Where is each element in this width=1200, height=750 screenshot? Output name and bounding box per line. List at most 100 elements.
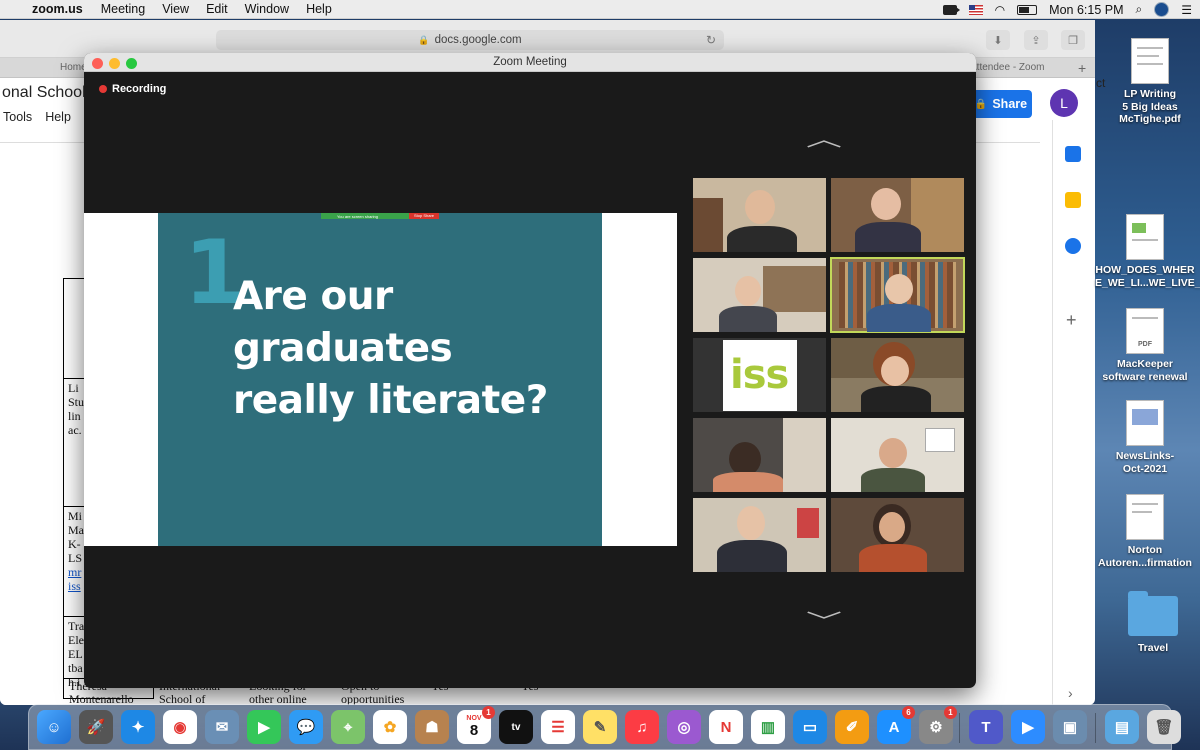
facetime-icon[interactable]: ▶	[247, 710, 281, 744]
desktop-folder-travel[interactable]: Travel	[1103, 591, 1200, 655]
share-sheet-icon[interactable]: ⇪	[1024, 30, 1048, 50]
mail-icon[interactable]: ✉	[205, 710, 239, 744]
folder-icon	[1128, 591, 1178, 636]
doc-title[interactable]: onal Schools	[2, 84, 94, 102]
numbers-icon[interactable]: ▥	[751, 710, 785, 744]
battery-icon[interactable]	[1017, 4, 1038, 15]
photos-icon[interactable]: ✿	[373, 710, 407, 744]
tabs-overview-icon[interactable]: ❐	[1061, 30, 1085, 50]
apple-tv-icon[interactable]: tv	[499, 710, 533, 744]
input-source-flag-icon[interactable]	[968, 4, 983, 15]
notification-badge: 1	[482, 706, 495, 719]
add-addon-icon[interactable]: +	[1066, 310, 1077, 331]
minimize-window-button[interactable]	[109, 58, 120, 69]
document-thumbnail-icon	[1126, 214, 1164, 260]
control-center-icon[interactable]: ☰	[1181, 3, 1192, 17]
menu-view[interactable]: View	[162, 2, 189, 16]
teams-icon[interactable]: T	[969, 710, 1003, 744]
iss-logo: iss	[723, 340, 797, 411]
podcasts-icon[interactable]: ◎	[667, 710, 701, 744]
gallery-scroll-up-icon[interactable]: ︿	[806, 123, 842, 152]
participant-video-tile[interactable]	[831, 178, 964, 252]
app-menu[interactable]: zoom.us	[32, 2, 83, 16]
participant-video-tile[interactable]	[693, 498, 826, 572]
maps-icon[interactable]: ⌖	[331, 710, 365, 744]
calendar-icon[interactable]	[1065, 146, 1081, 162]
desktop-file-icon[interactable]: HOW_DOES_WHER E_WE_LI...WE_LIVE_	[1095, 214, 1200, 289]
participant-video-tile[interactable]	[831, 418, 964, 492]
desktop-file-icon[interactable]: NewsLinks- Oct-2021	[1095, 400, 1195, 475]
doc-menu-tools[interactable]: Tools	[3, 110, 32, 124]
spotlight-search-icon[interactable]: ⌕	[1136, 2, 1143, 17]
participant-video-tile[interactable]	[831, 498, 964, 572]
shared-screen[interactable]: You are screen sharing Stop Share 1 Are …	[84, 213, 677, 546]
keep-icon[interactable]	[1065, 192, 1081, 208]
zoom-icon[interactable]: ▶	[1011, 710, 1045, 744]
messages-icon[interactable]: 💬	[289, 710, 323, 744]
calendar-icon[interactable]: NOV 8 1	[457, 706, 495, 744]
tab-attendee-zoom[interactable]: Attendee - Zoom	[970, 62, 1044, 73]
contacts-icon[interactable]: ☗	[415, 710, 449, 744]
window-title: Zoom Meeting	[493, 56, 567, 68]
menu-meeting[interactable]: Meeting	[101, 2, 145, 16]
recording-indicator[interactable]: Recording	[99, 83, 166, 95]
address-text: docs.google.com	[434, 34, 522, 46]
desktop-file-icon[interactable]: LP Writing 5 Big Ideas McTighe.pdf	[1100, 38, 1200, 126]
fullscreen-window-button[interactable]	[126, 58, 137, 69]
participant-video-tile[interactable]	[693, 258, 826, 332]
clock[interactable]: Mon 6:15 PM	[1049, 3, 1123, 17]
user-avatar-icon[interactable]	[1154, 2, 1170, 17]
zoom-status-icon[interactable]	[942, 4, 960, 15]
keynote-icon[interactable]: ▭	[793, 710, 827, 744]
finder-icon[interactable]: ☺	[37, 710, 71, 744]
active-speaker-video-tile[interactable]	[830, 257, 965, 333]
reload-icon[interactable]: ↻	[706, 33, 716, 47]
account-avatar[interactable]: L	[1050, 89, 1078, 117]
lock-icon: 🔒	[974, 98, 988, 110]
app-store-icon[interactable]: A6	[877, 706, 915, 744]
desktop-file-icon[interactable]: Norton Autoren...firmation	[1095, 494, 1195, 569]
zoom-title-bar[interactable]: Zoom Meeting	[84, 53, 976, 72]
preview-icon[interactable]: ▣	[1053, 710, 1087, 744]
menu-bar: zoom.us Meeting View Edit Window Help ◠ …	[0, 0, 1200, 19]
lock-icon: 🔒	[418, 34, 430, 45]
new-tab-icon[interactable]: +	[1078, 60, 1086, 76]
dock-separator	[1095, 713, 1096, 743]
presentation-slide: You are screen sharing Stop Share 1 Are …	[158, 213, 602, 546]
stop-share-button: Stop Share	[409, 213, 439, 219]
trash-icon[interactable]: 🗑	[1147, 710, 1181, 744]
desktop-file-icon[interactable]: PDF MacKeeper software renewal	[1095, 308, 1195, 383]
share-button[interactable]: 🔒 Share	[970, 90, 1032, 118]
tab-home[interactable]: Home	[60, 62, 87, 73]
address-bar[interactable]: 🔒 docs.google.com ↻	[216, 30, 724, 50]
music-icon[interactable]: ♫	[625, 710, 659, 744]
news-icon[interactable]: N	[709, 710, 743, 744]
reminders-icon[interactable]: ☰	[541, 710, 575, 744]
recording-dot-icon	[99, 85, 107, 93]
close-window-button[interactable]	[92, 58, 103, 69]
menu-edit[interactable]: Edit	[206, 2, 228, 16]
menu-help[interactable]: Help	[306, 2, 332, 16]
pages-icon[interactable]: ✐	[835, 710, 869, 744]
participant-video-tile[interactable]	[693, 178, 826, 252]
launchpad-icon[interactable]: 🚀	[79, 710, 113, 744]
participant-video-tile[interactable]: iss	[693, 338, 826, 412]
wifi-icon[interactable]: ◠	[995, 3, 1005, 17]
chrome-icon[interactable]: ◉	[163, 710, 197, 744]
document-thumbnail-icon	[1126, 494, 1164, 540]
menu-window[interactable]: Window	[245, 2, 289, 16]
downloads-folder-icon[interactable]: ▤	[1105, 710, 1139, 744]
pdf-thumbnail-icon: PDF	[1126, 308, 1164, 354]
chevron-right-icon[interactable]: ›	[1068, 685, 1073, 701]
notes-icon[interactable]: ✎	[583, 710, 617, 744]
system-preferences-icon[interactable]: ⚙ 1	[919, 706, 957, 744]
safari-icon[interactable]: ✦	[121, 710, 155, 744]
participant-video-tile[interactable]	[693, 418, 826, 492]
tasks-icon[interactable]	[1065, 238, 1081, 254]
slide-title: Are our graduates really literate?	[233, 274, 548, 423]
gallery-scroll-down-icon[interactable]: ﹀	[806, 605, 842, 634]
participant-video-tile[interactable]	[831, 338, 964, 412]
screen-sharing-bar: You are screen sharing Stop Share	[321, 213, 439, 219]
doc-menu-help[interactable]: Help	[45, 110, 71, 124]
download-icon[interactable]: ⬇	[986, 30, 1010, 50]
